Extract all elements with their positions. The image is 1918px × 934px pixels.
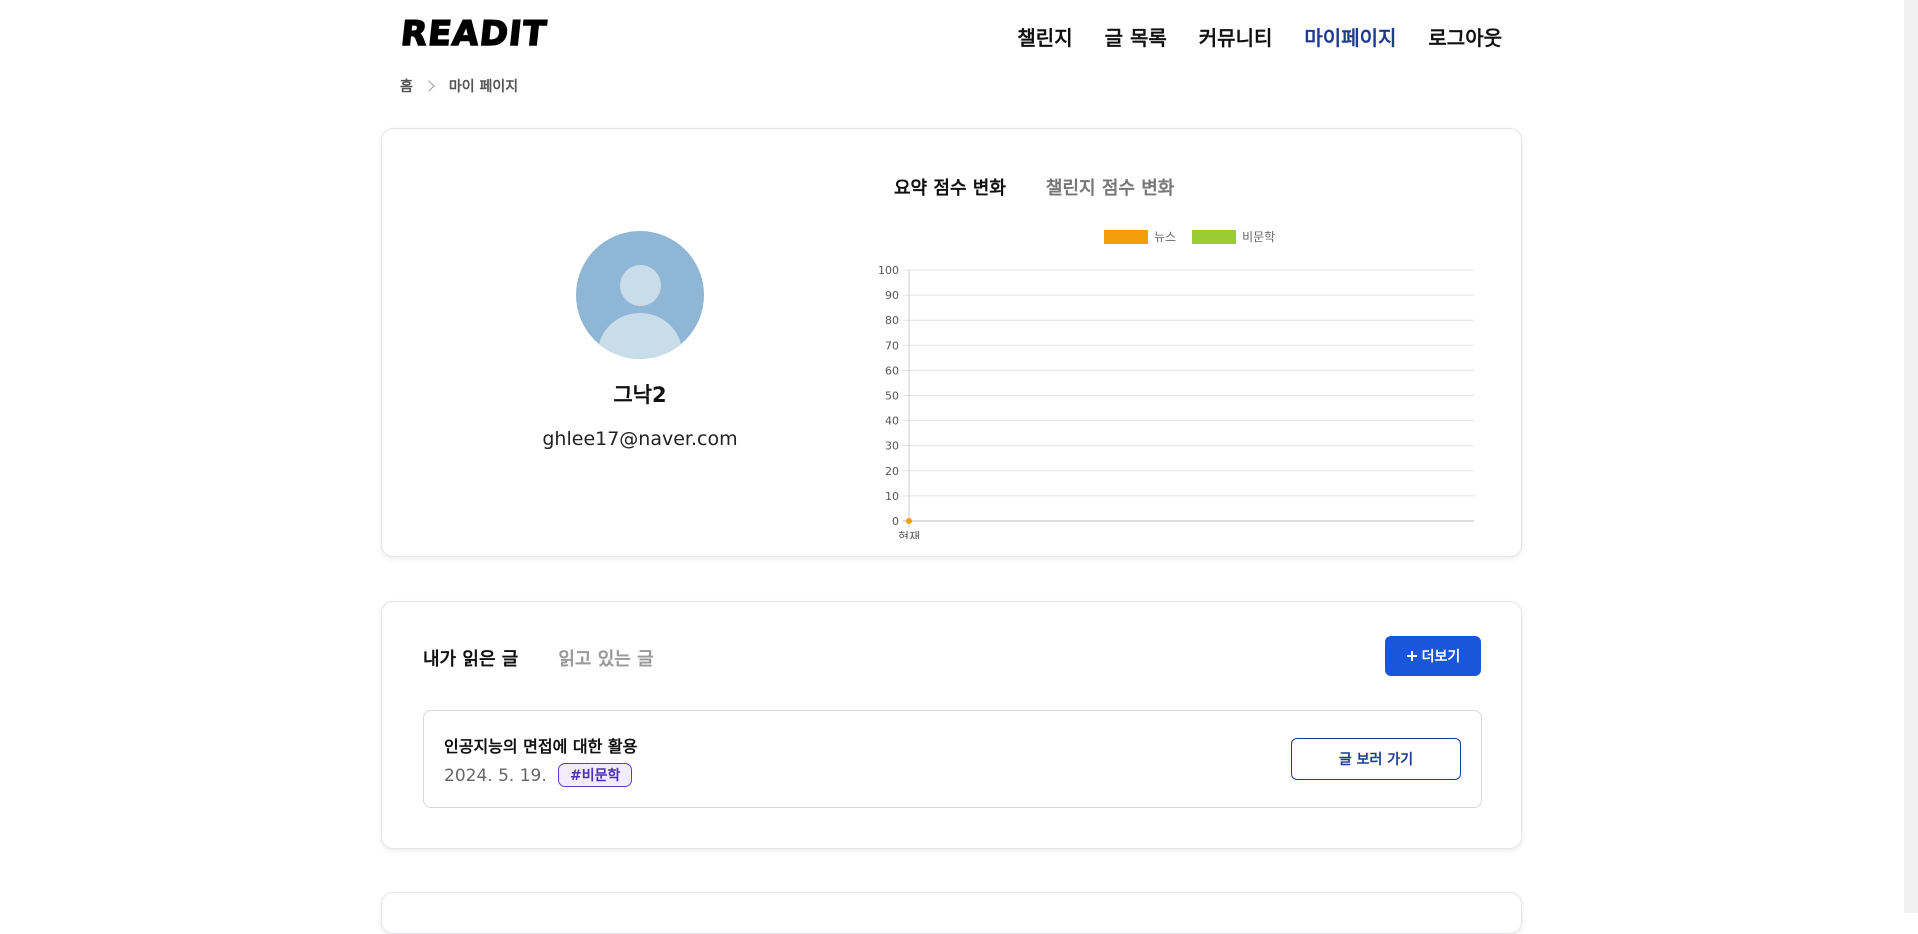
y-tick-label: 70 [885,339,899,352]
y-tick-label: 90 [885,289,899,302]
score-chart: 0 10 20 30 40 50 60 70 80 90 100 현재 [878,264,1474,539]
y-tick-label: 40 [885,415,899,428]
y-tick-label: 30 [885,440,899,453]
user-silhouette-body [598,313,682,359]
header: READIT 챌린지 글 목록 커뮤니티 마이페이지 로그아웃 [381,0,1522,70]
page-scrollbar[interactable] [1904,0,1918,913]
avatar [576,231,704,359]
nav-mypage[interactable]: 마이페이지 [1304,22,1396,51]
item-tag: #비문학 [558,763,633,787]
nav-community[interactable]: 커뮤니티 [1199,22,1273,51]
main-nav: 챌린지 글 목록 커뮤니티 마이페이지 로그아웃 [1017,22,1502,51]
reading-tabs: 내가 읽은 글 읽고 있는 글 [423,645,654,671]
breadcrumb-current: 마이 페이지 [448,79,519,95]
profile-email: ghlee17@naver.com [542,428,738,450]
nav-challenge[interactable]: 챌린지 [1017,22,1072,51]
nav-article-list[interactable]: 글 목록 [1105,22,1167,51]
plus-icon [1406,651,1417,661]
next-card [381,892,1522,934]
y-tick-label: 60 [885,364,899,377]
y-tick-label: 50 [885,390,899,403]
user-silhouette-head [620,265,661,306]
data-point-0-0 [906,518,912,524]
x-tick-label: 현재 [898,530,920,539]
y-tick-label: 20 [885,465,899,478]
item-title: 인공지능의 면접에 대한 활용 [444,737,638,756]
logo[interactable]: READIT [398,13,550,55]
more-button-label: 더보기 [1421,649,1461,665]
y-tick-label: 100 [878,264,899,277]
reading-card: 내가 읽은 글 읽고 있는 글 더보기 인공지능의 면접에 대한 활용 2024… [381,601,1522,849]
breadcrumb: 홈 마이 페이지 [400,76,518,96]
nav-logout[interactable]: 로그아웃 [1428,22,1502,51]
chevron-right-icon [423,80,435,92]
item-date: 2024. 5. 19. [444,766,547,786]
view-article-button[interactable]: 글 보러 가기 [1291,738,1461,780]
tab-read-articles[interactable]: 내가 읽은 글 [423,645,518,671]
profile-card: 그낙2 ghlee17@naver.com 요약 점수 변화 챌린지 점수 변화… [381,128,1522,557]
more-button[interactable]: 더보기 [1385,636,1481,676]
tab-challenge-score[interactable]: 챌린지 점수 변화 [1046,174,1174,200]
list-item: 인공지능의 면접에 대한 활용 2024. 5. 19. #비문학 글 보러 가… [423,710,1482,808]
breadcrumb-home[interactable]: 홈 [400,76,413,96]
y-tick-label: 0 [892,515,899,528]
y-tick-label: 10 [885,490,899,503]
profile-nickname: 그낙2 [613,383,667,407]
chart-tabs: 요약 점수 변화 챌린지 점수 변화 [894,174,1174,200]
tab-summary-score[interactable]: 요약 점수 변화 [894,174,1006,200]
tab-reading-articles[interactable]: 읽고 있는 글 [558,645,653,671]
y-tick-label: 80 [885,314,899,327]
